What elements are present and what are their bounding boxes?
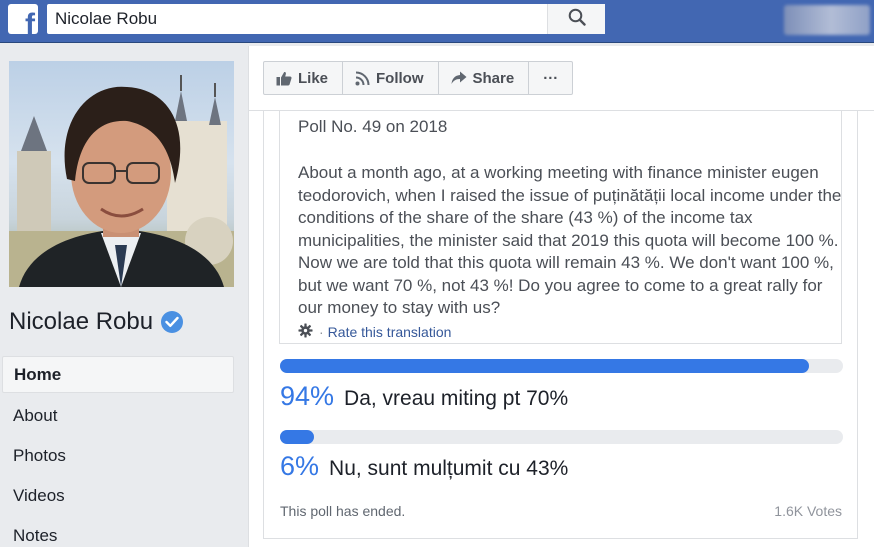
post-text-block: Poll No. 49 on 2018 About a month ago, a… — [279, 111, 842, 344]
poll-result-bar-2 — [280, 430, 843, 444]
nav-item-home[interactable]: Home — [2, 356, 234, 393]
search-input[interactable] — [47, 4, 547, 34]
poll-option-2: 6% Nu, sunt mulțumit cu 43% — [280, 451, 568, 482]
search-icon — [568, 8, 586, 31]
poll-result-bar-1 — [280, 359, 843, 373]
nav-item-notes[interactable]: Notes — [2, 516, 234, 547]
thumbs-up-icon — [276, 71, 292, 86]
page-sidebar-nav: Home About Photos Videos Notes — [2, 356, 234, 547]
poll-post-card: Poll No. 49 on 2018 About a month ago, a… — [263, 111, 858, 539]
facebook-logo[interactable]: f — [8, 4, 38, 34]
profile-picture[interactable] — [9, 61, 234, 287]
poll-vote-count[interactable]: 1.6K Votes — [774, 503, 842, 519]
page-action-bar: Like Follow Share ··· — [263, 61, 574, 95]
poll-option-1: 94% Da, vreau miting pt 70% — [280, 381, 568, 412]
poll-title: Poll No. 49 on 2018 — [298, 117, 448, 136]
rate-translation-link[interactable]: · Rate this translation — [298, 323, 451, 341]
search-button[interactable] — [547, 4, 605, 34]
poll-option-label: Nu, sunt mulțumit cu 43% — [329, 457, 569, 480]
poll-option-percentage: 94% — [280, 381, 335, 411]
nav-item-about[interactable]: About — [2, 396, 234, 436]
poll-option-label: Da, vreau miting pt 70% — [344, 387, 569, 410]
user-profile-link[interactable] — [784, 5, 870, 35]
poll-status-text: This poll has ended. — [280, 503, 406, 519]
top-navigation-bar: f — [0, 0, 874, 43]
search-box — [47, 4, 605, 34]
rss-follow-icon — [355, 71, 370, 86]
nav-item-videos[interactable]: Videos — [2, 476, 234, 516]
post-body-text: About a month ago, at a working meeting … — [298, 163, 842, 317]
gear-icon — [298, 323, 313, 341]
poll-result-fill-1 — [280, 359, 810, 373]
more-options-button[interactable]: ··· — [529, 62, 572, 94]
follow-button[interactable]: Follow — [343, 62, 439, 94]
poll-option-percentage: 6% — [280, 451, 320, 481]
page-name-heading[interactable]: Nicolae Robu — [9, 308, 184, 336]
poll-result-fill-2 — [280, 430, 314, 444]
more-dots-icon: ··· — [543, 69, 559, 87]
verified-badge-icon — [161, 311, 184, 333]
share-button[interactable]: Share — [439, 62, 530, 94]
like-button[interactable]: Like — [264, 62, 344, 94]
share-arrow-icon — [451, 71, 467, 85]
nav-item-photos[interactable]: Photos — [2, 436, 234, 476]
